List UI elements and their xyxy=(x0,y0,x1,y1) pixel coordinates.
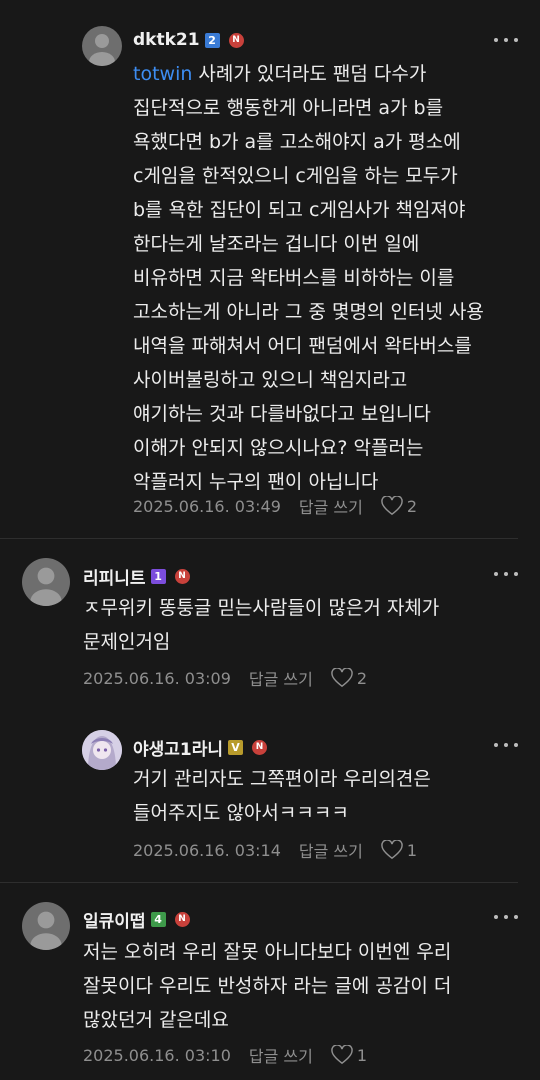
level-badge: 4 xyxy=(150,912,166,927)
comment-date: 2025.06.16. 03:10 xyxy=(83,1045,231,1065)
like-count: 2 xyxy=(406,496,418,516)
heart-icon xyxy=(331,668,353,688)
new-badge: N xyxy=(174,912,190,927)
avatar[interactable] xyxy=(22,558,70,606)
more-options-icon[interactable] xyxy=(494,35,518,45)
avatar[interactable] xyxy=(82,730,122,770)
reply-button[interactable]: 답글 쓰기 xyxy=(249,666,313,690)
reply-button[interactable]: 답글 쓰기 xyxy=(249,1043,313,1067)
heart-icon xyxy=(331,1045,353,1065)
username[interactable]: 야생고1라니 xyxy=(133,735,223,760)
username[interactable]: 리피니트 xyxy=(83,564,146,589)
like-count: 1 xyxy=(406,840,418,860)
comment-body: 사례가 있더라도 팬덤 다수가 집단적으로 행동한게 아니라면 a가 b를 욕했… xyxy=(133,63,484,493)
like-button[interactable]: 1 xyxy=(381,840,417,860)
divider xyxy=(0,882,518,883)
like-button[interactable]: 2 xyxy=(381,496,417,516)
like-button[interactable]: 2 xyxy=(331,668,367,688)
more-options-icon[interactable] xyxy=(494,740,518,750)
comment-date: 2025.06.16. 03:14 xyxy=(133,840,281,860)
more-options-icon[interactable] xyxy=(494,912,518,922)
level-badge: 2 xyxy=(204,32,220,48)
comment-date: 2025.06.16. 03:09 xyxy=(83,668,231,688)
username[interactable]: 일큐이떱 xyxy=(83,907,146,932)
reply-button[interactable]: 답글 쓰기 xyxy=(299,494,363,518)
new-badge: N xyxy=(252,740,268,755)
level-badge: V xyxy=(228,740,244,755)
avatar[interactable] xyxy=(22,902,70,950)
mention-link[interactable]: totwin xyxy=(133,63,192,85)
comment-body: ㅈ무위키 똥퉁글 믿는사람들이 많은거 자체가 문제인거임 xyxy=(83,597,440,653)
heart-icon xyxy=(381,496,403,516)
comment-body: 저는 오히려 우리 잘못 아니다보다 이번엔 우리 잘못이다 우리도 반성하자 … xyxy=(83,941,452,1031)
more-options-icon[interactable] xyxy=(494,569,518,579)
comment-text: totwin 사례가 있더라도 팬덤 다수가 집단적으로 행동한게 아니라면 a… xyxy=(133,57,484,499)
default-avatar-icon xyxy=(30,567,62,606)
divider xyxy=(0,538,518,539)
username[interactable]: dktk21 xyxy=(133,30,200,50)
comment-date: 2025.06.16. 03:49 xyxy=(133,496,281,516)
like-button[interactable]: 1 xyxy=(331,1045,367,1065)
like-count: 1 xyxy=(356,1045,368,1065)
avatar[interactable] xyxy=(82,26,122,66)
default-avatar-icon xyxy=(30,911,62,950)
comment-body: 거기 관리자도 그쪽편이라 우리의견은 들어주지도 않아서ㅋㅋㅋㅋ xyxy=(133,768,431,824)
character-avatar-icon xyxy=(82,730,122,770)
level-badge: 1 xyxy=(150,569,166,584)
new-badge: N xyxy=(228,32,244,48)
like-count: 2 xyxy=(356,668,368,688)
default-avatar-icon xyxy=(89,34,115,66)
new-badge: N xyxy=(174,569,190,584)
reply-button[interactable]: 답글 쓰기 xyxy=(299,838,363,862)
heart-icon xyxy=(381,840,403,860)
